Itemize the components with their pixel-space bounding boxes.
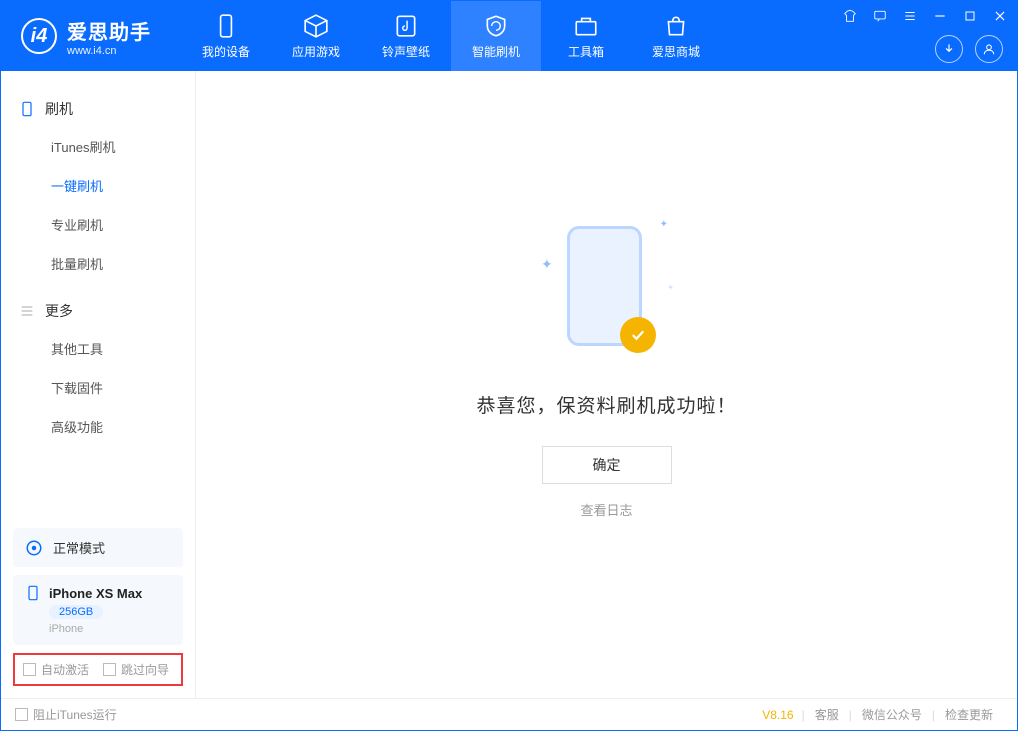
refresh-shield-icon <box>483 13 509 39</box>
window-controls <box>839 7 1011 25</box>
nav-tab-device[interactable]: 我的设备 <box>181 1 271 71</box>
music-file-icon <box>393 13 419 39</box>
checkbox-block-itunes[interactable]: 阻止iTunes运行 <box>15 706 117 723</box>
list-icon <box>19 303 35 319</box>
body: 刷机 iTunes刷机 一键刷机 专业刷机 批量刷机 更多 其他工具 下载固件 … <box>1 71 1017 698</box>
checkbox-icon <box>15 708 28 721</box>
nav-tabs: 我的设备 应用游戏 铃声壁纸 智能刷机 工具箱 爱思商城 <box>181 1 721 71</box>
sparkle-icon: ✦ <box>541 256 553 273</box>
phone-icon <box>19 101 35 117</box>
nav-label: 我的设备 <box>202 43 250 60</box>
mode-label: 正常模式 <box>53 538 105 557</box>
skin-icon[interactable] <box>839 7 861 25</box>
sidebar-item-itunes-flash[interactable]: iTunes刷机 <box>1 127 195 166</box>
mode-box[interactable]: 正常模式 <box>13 528 183 567</box>
titlebar: i4 爱思助手 www.i4.cn 我的设备 应用游戏 铃声壁纸 智能刷机 <box>1 1 1017 71</box>
device-box[interactable]: iPhone XS Max 256GB iPhone <box>13 575 183 645</box>
app-window: i4 爱思助手 www.i4.cn 我的设备 应用游戏 铃声壁纸 智能刷机 <box>0 0 1018 731</box>
sidebar-item-download-firmware[interactable]: 下载固件 <box>1 368 195 407</box>
menu-icon[interactable] <box>899 7 921 25</box>
statusbar: 阻止iTunes运行 V8.16 | 客服 | 微信公众号 | 检查更新 <box>1 698 1017 730</box>
maximize-button[interactable] <box>959 7 981 25</box>
app-title: 爱思助手 <box>67 16 151 45</box>
device-capacity: 256GB <box>49 605 103 619</box>
device-icon <box>213 13 239 39</box>
nav-tab-flash[interactable]: 智能刷机 <box>451 1 541 71</box>
logo-icon: i4 <box>21 18 57 54</box>
checkbox-icon <box>23 663 36 676</box>
checkbox-auto-activate[interactable]: 自动激活 <box>23 661 89 678</box>
feedback-icon[interactable] <box>869 7 891 25</box>
success-illustration: ✦ ✦ ✦ <box>559 221 654 361</box>
checkbox-label: 自动激活 <box>41 661 89 678</box>
nav-tab-ringtones[interactable]: 铃声壁纸 <box>361 1 451 71</box>
sidebar-item-onekey-flash[interactable]: 一键刷机 <box>1 166 195 205</box>
logo-text: 爱思助手 www.i4.cn <box>67 16 151 57</box>
nav-label: 爱思商城 <box>652 43 700 60</box>
ok-button[interactable]: 确定 <box>542 446 672 484</box>
mode-icon <box>25 539 43 557</box>
version-label: V8.16 <box>762 708 793 722</box>
checkbox-label: 跳过向导 <box>121 661 169 678</box>
close-button[interactable] <box>989 7 1011 25</box>
sidebar-item-other-tools[interactable]: 其他工具 <box>1 329 195 368</box>
status-link-support[interactable]: 客服 <box>805 706 849 723</box>
group-title: 更多 <box>45 301 73 321</box>
nav-tab-toolbox[interactable]: 工具箱 <box>541 1 631 71</box>
toolbox-icon <box>573 13 599 39</box>
nav-label: 工具箱 <box>568 43 604 60</box>
nav-label: 应用游戏 <box>292 43 340 60</box>
status-link-update[interactable]: 检查更新 <box>935 706 1003 723</box>
sidebar-group-flash: 刷机 <box>1 91 195 127</box>
success-message: 恭喜您，保资料刷机成功啦！ <box>476 391 736 418</box>
status-link-wechat[interactable]: 微信公众号 <box>852 706 932 723</box>
cube-icon <box>303 13 329 39</box>
device-type: iPhone <box>49 623 83 635</box>
app-subtitle: www.i4.cn <box>67 45 151 57</box>
nav-tab-apps[interactable]: 应用游戏 <box>271 1 361 71</box>
device-phone-icon <box>25 585 41 601</box>
checkbox-label: 阻止iTunes运行 <box>33 706 117 723</box>
check-badge-icon <box>620 317 656 353</box>
sparkle-icon: ✦ <box>660 219 668 230</box>
view-log-link[interactable]: 查看日志 <box>580 500 632 519</box>
logo-area: i4 爱思助手 www.i4.cn <box>1 16 171 57</box>
main-content: ✦ ✦ ✦ 恭喜您，保资料刷机成功啦！ 确定 查看日志 <box>196 71 1017 698</box>
checkbox-skip-wizard[interactable]: 跳过向导 <box>103 661 169 678</box>
sidebar-item-batch-flash[interactable]: 批量刷机 <box>1 244 195 283</box>
download-button[interactable] <box>935 35 963 63</box>
checkbox-icon <box>103 663 116 676</box>
user-button[interactable] <box>975 35 1003 63</box>
checkbox-row-highlighted: 自动激活 跳过向导 <box>13 653 183 686</box>
sidebar-item-advanced[interactable]: 高级功能 <box>1 407 195 446</box>
bag-icon <box>663 13 689 39</box>
nav-label: 铃声壁纸 <box>382 43 430 60</box>
sidebar-bottom: 正常模式 iPhone XS Max 256GB iPhone 自动激活 跳过向… <box>1 520 195 698</box>
sidebar-group-more: 更多 <box>1 293 195 329</box>
header-action-buttons <box>935 35 1003 63</box>
sparkle-icon: ✦ <box>667 283 674 292</box>
device-name: iPhone XS Max <box>49 586 142 601</box>
nav-label: 智能刷机 <box>472 43 520 60</box>
device-head: iPhone XS Max <box>25 585 142 601</box>
nav-tab-store[interactable]: 爱思商城 <box>631 1 721 71</box>
minimize-button[interactable] <box>929 7 951 25</box>
sidebar-item-pro-flash[interactable]: 专业刷机 <box>1 205 195 244</box>
sidebar: 刷机 iTunes刷机 一键刷机 专业刷机 批量刷机 更多 其他工具 下载固件 … <box>1 71 196 698</box>
group-title: 刷机 <box>45 99 73 119</box>
